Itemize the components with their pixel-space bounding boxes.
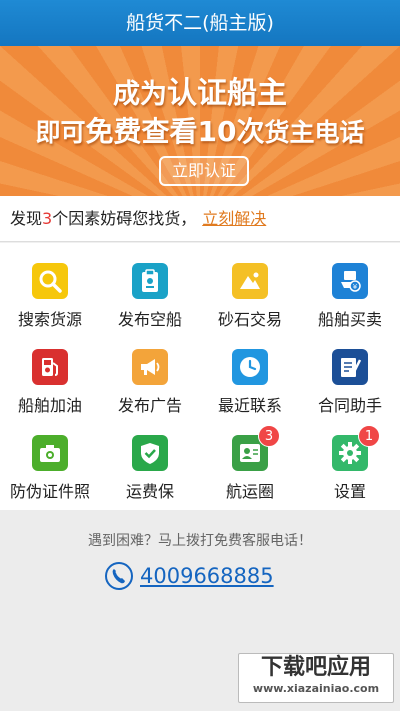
banner-line1-emphasis: 认证船主 [167, 76, 287, 111]
menu-item-contract-helper[interactable]: 合同助手 [300, 333, 400, 418]
contract-icon [332, 349, 368, 385]
watermark-logo: 下载吧应用 www.xiazainiao.com [238, 653, 394, 703]
menu-item-label: 发布空船 [117, 310, 182, 329]
menu-item-post-ad[interactable]: 发布广告 [100, 333, 200, 418]
menu-item-sand-trade[interactable]: 砂石交易 [200, 247, 300, 332]
camera-icon [32, 435, 68, 471]
certification-banner[interactable]: 成为认证船主 即可免费查看10次货主电话 立即认证 [0, 46, 400, 196]
menu-item-freight-guarantee[interactable]: 运费保 [100, 419, 200, 504]
notice-prefix: 发现 [10, 209, 43, 228]
ship-trade-icon: ¥ [332, 263, 368, 299]
banner-line1-prefix: 成为 [113, 79, 167, 110]
banner-subheadline: 即可免费查看10次货主电话 [0, 110, 400, 150]
banner-line2-emphasis: 免费查看10次 [85, 115, 265, 148]
menu-item-label: 运费保 [125, 482, 174, 501]
notification-badge: 1 [358, 425, 380, 447]
menu-item-label: 船舶买卖 [317, 310, 382, 329]
menu-item-recent-contacts[interactable]: 最近联系 [200, 333, 300, 418]
menu-item-label: 最近联系 [217, 396, 282, 415]
notification-badge: 3 [258, 425, 280, 447]
search-icon [32, 263, 68, 299]
phone-icon [105, 562, 133, 590]
app-title: 船货不二(船主版) [126, 12, 274, 34]
menu-item-label: 搜索货源 [17, 310, 82, 329]
watermark-title: 下载吧应用 [260, 655, 371, 680]
menu-item-ship-refuel[interactable]: 船舶加油 [0, 333, 100, 418]
fuel-icon [32, 349, 68, 385]
menu-item-label: 发布广告 [117, 396, 182, 415]
menu-item-label: 设置 [333, 482, 366, 501]
clock-icon [232, 349, 268, 385]
menu-item-label: 船舶加油 [17, 396, 82, 415]
feature-grid: 搜索货源 发布空船 砂石交易 ¥ 船舶买卖 船舶加油 发布广告 最近联系 合同助… [0, 243, 400, 510]
mountain-icon [232, 263, 268, 299]
shield-check-icon [132, 435, 168, 471]
menu-item-post-empty-ship[interactable]: 发布空船 [100, 247, 200, 332]
notice-suffix: 个因素妨碍您找货， [52, 209, 197, 228]
menu-item-shipping-circle[interactable]: 3 航运圈 [200, 419, 300, 504]
hotline-number[interactable]: 4009668885 [140, 564, 274, 588]
help-text: 遇到困难？马上拨打免费客服电话！ [88, 533, 312, 549]
banner-line2-suffix: 货主电话 [264, 118, 365, 147]
menu-item-ship-trading[interactable]: ¥ 船舶买卖 [300, 247, 400, 332]
megaphone-icon [132, 349, 168, 385]
hotline[interactable]: 4009668885 [104, 560, 274, 592]
resolve-now-link[interactable]: 立刻解决 [202, 209, 266, 228]
menu-item-label: 砂石交易 [217, 310, 282, 329]
menu-item-label: 航运圈 [225, 482, 274, 501]
watermark-url: www.xiazainiao.com [252, 682, 380, 695]
menu-item-label: 防伪证件照 [9, 482, 90, 501]
footer: 遇到困难？马上拨打免费客服电话！ 4009668885 下载吧应用 www.xi… [0, 510, 400, 711]
certify-now-button[interactable]: 立即认证 [159, 156, 249, 186]
banner-headline: 成为认证船主 [0, 68, 400, 112]
menu-item-label: 合同助手 [317, 396, 382, 415]
banner-line2-prefix: 即可 [35, 118, 86, 147]
svg-text:¥: ¥ [353, 283, 358, 291]
menu-item-settings[interactable]: 1 设置 [300, 419, 400, 504]
notice-count: 3 [42, 209, 53, 228]
menu-item-anti-fake-id-photo[interactable]: 防伪证件照 [0, 419, 100, 504]
notice-bar: 发现3个因素妨碍您找货， 立刻解决 [0, 196, 400, 242]
title-bar: 船货不二(船主版) [0, 0, 400, 46]
menu-item-search-cargo[interactable]: 搜索货源 [0, 247, 100, 332]
clipboard-icon [132, 263, 168, 299]
